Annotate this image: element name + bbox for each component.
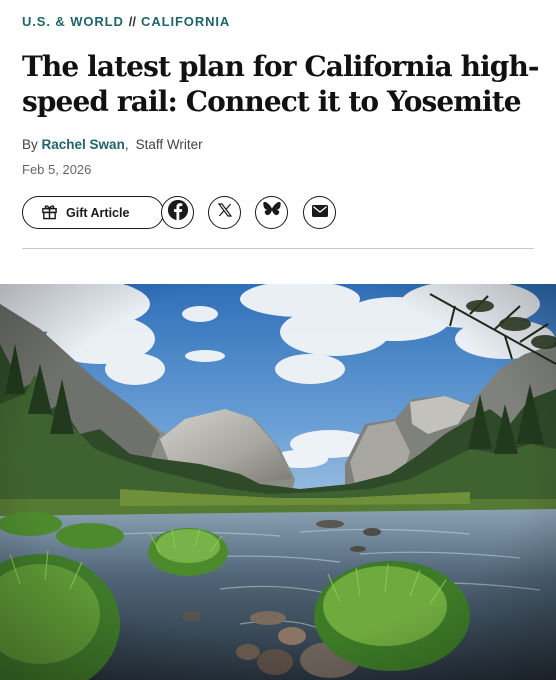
gift-icon bbox=[41, 203, 58, 223]
email-share-button[interactable] bbox=[303, 196, 336, 229]
bluesky-icon bbox=[262, 201, 282, 224]
author-role: Staff Writer bbox=[135, 137, 203, 152]
byline-prefix: By bbox=[22, 137, 38, 152]
facebook-icon bbox=[167, 199, 189, 226]
facebook-share-button[interactable] bbox=[161, 196, 194, 229]
email-icon bbox=[311, 204, 328, 222]
publish-date: Feb 5, 2026 bbox=[22, 162, 92, 177]
share-toolbar: Gift Article bbox=[22, 196, 534, 231]
breadcrumb-subsection-link[interactable]: CALIFORNIA bbox=[141, 14, 230, 29]
byline-comma: , bbox=[124, 137, 129, 152]
hero-photo bbox=[0, 284, 556, 680]
author-link[interactable]: Rachel Swan bbox=[42, 137, 125, 152]
x-share-button[interactable] bbox=[208, 196, 241, 229]
gift-article-label: Gift Article bbox=[66, 205, 130, 220]
header-divider bbox=[22, 248, 534, 249]
breadcrumb-separator: // bbox=[128, 14, 137, 29]
gift-article-button[interactable]: Gift Article bbox=[22, 196, 164, 229]
breadcrumb-section-link[interactable]: U.S. & WORLD bbox=[22, 14, 124, 29]
yosemite-valley-photo bbox=[0, 284, 556, 680]
bluesky-share-button[interactable] bbox=[255, 196, 288, 229]
breadcrumb: U.S. & WORLD // CALIFORNIA bbox=[22, 14, 230, 29]
article-headline: The latest plan for California high-spee… bbox=[22, 50, 540, 118]
x-icon bbox=[217, 202, 233, 223]
byline: By Rachel Swan, Staff Writer bbox=[22, 137, 203, 152]
